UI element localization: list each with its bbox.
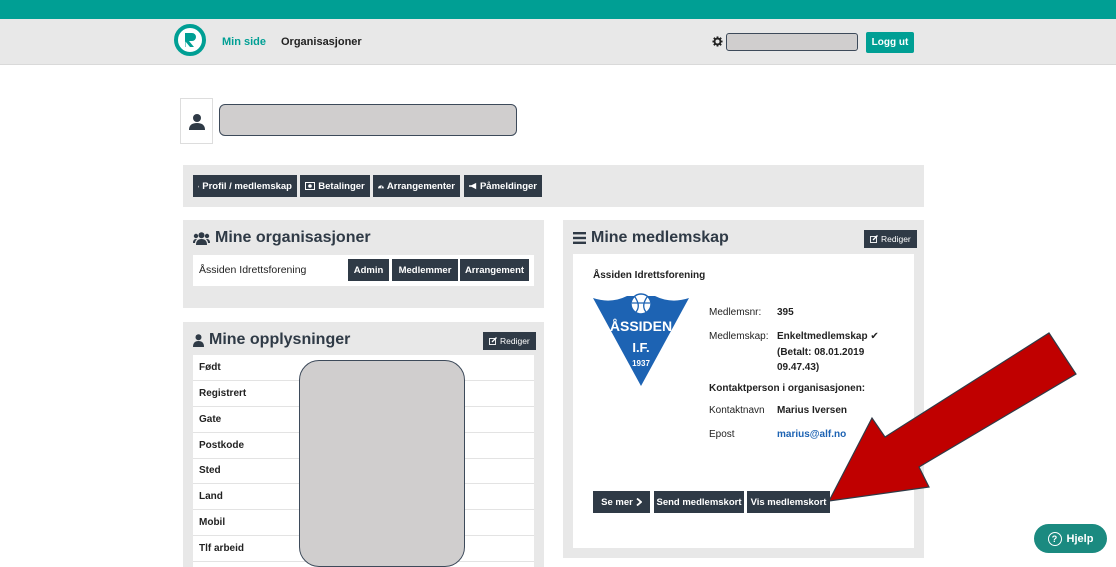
question-icon: ? xyxy=(1047,531,1062,546)
help-label: Hjelp xyxy=(1066,532,1094,545)
help-button[interactable]: ? Hjelp xyxy=(1034,524,1107,553)
annotation-arrow-icon xyxy=(827,332,1077,502)
